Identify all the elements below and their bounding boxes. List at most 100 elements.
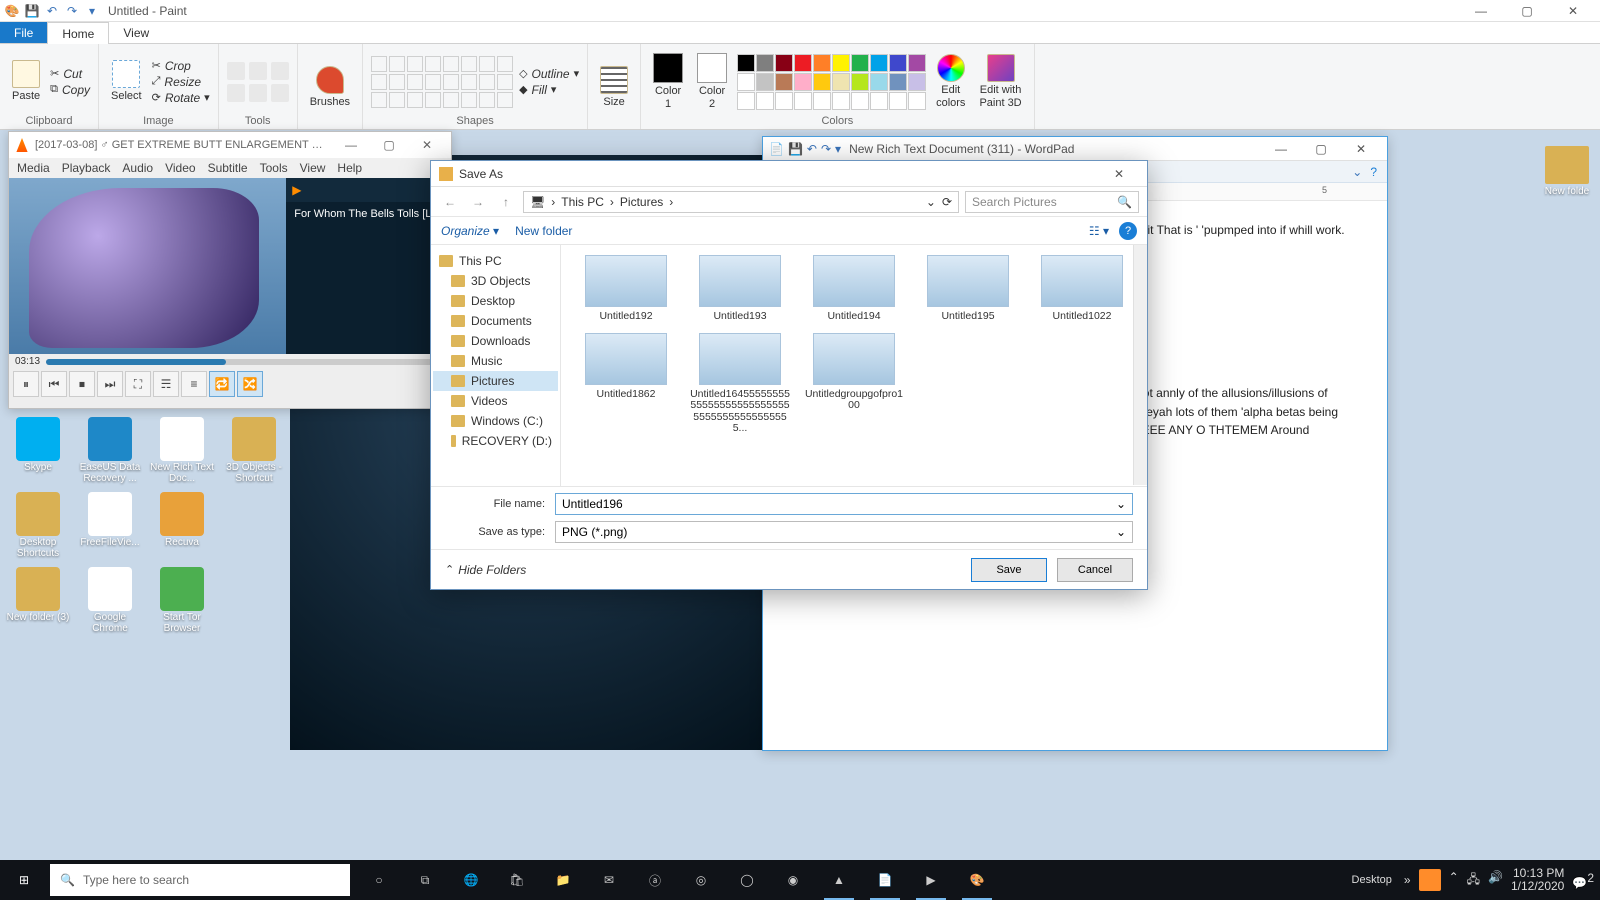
palette-swatch[interactable] [908, 54, 926, 72]
tree-node[interactable]: 3D Objects [433, 271, 558, 291]
taskbar-wmp[interactable]: ▶ [908, 860, 954, 900]
color-palette[interactable] [737, 54, 926, 110]
minimize-button[interactable]: — [1458, 0, 1504, 22]
task-view-button[interactable]: ⧉ [402, 860, 448, 900]
cortana-button[interactable]: ○ [356, 860, 402, 900]
playlist-play-icon[interactable]: ▶ [292, 183, 301, 197]
shapes-gallery[interactable] [371, 56, 513, 108]
palette-swatch[interactable] [908, 73, 926, 91]
notifications-button[interactable]: 💬2 [1572, 871, 1594, 890]
tree-node[interactable]: RECOVERY (D:) [433, 431, 558, 451]
palette-swatch[interactable] [851, 92, 869, 110]
hide-folders-button[interactable]: ⌃ Hide Folders [445, 563, 526, 577]
vlc-loop-button[interactable]: 🔁 [209, 371, 235, 397]
nav-back-button[interactable]: ← [439, 191, 461, 213]
wp-minimize-button[interactable]: — [1261, 138, 1301, 160]
playlist-item[interactable]: For Whom The Bells Tolls [Li... [286, 202, 451, 226]
eraser-tool[interactable] [227, 84, 245, 102]
wp-undo-icon[interactable]: ↶ [807, 142, 817, 156]
palette-swatch[interactable] [870, 54, 888, 72]
cut-button[interactable]: ✂ Cut [50, 67, 90, 81]
file-item[interactable]: Untitled192 [571, 255, 681, 323]
breadcrumb-dropdown-icon[interactable]: ⌄ [926, 195, 936, 209]
help-icon[interactable]: ? [1119, 222, 1137, 240]
pencil-tool[interactable] [227, 62, 245, 80]
tray-overflow-icon[interactable]: ⌃ [1449, 870, 1459, 891]
taskbar-app2[interactable]: ◉ [770, 860, 816, 900]
wordpad-titlebar[interactable]: 📄 💾 ↶ ↷ ▾ New Rich Text Document (311) -… [763, 137, 1387, 161]
vlc-titlebar[interactable]: [2017-03-08] ♂ GET EXTREME BUTT ENLARGEM… [9, 132, 451, 158]
filename-input[interactable]: Untitled196⌄ [555, 493, 1133, 515]
qat-save-icon[interactable]: 💾 [24, 3, 40, 19]
taskbar-paint[interactable]: 🎨 [954, 860, 1000, 900]
taskbar-amazon[interactable]: ⓐ [632, 860, 678, 900]
taskbar-edge[interactable]: 🌐 [448, 860, 494, 900]
tab-view[interactable]: View [109, 22, 163, 43]
palette-swatch[interactable] [870, 92, 888, 110]
outline-button[interactable]: ◇ Outline ▾ [519, 67, 579, 81]
magnifier-tool[interactable] [271, 84, 289, 102]
palette-swatch[interactable] [737, 54, 755, 72]
palette-swatch[interactable] [756, 73, 774, 91]
vlc-minimize-button[interactable]: — [333, 134, 369, 156]
vlc-next-button[interactable]: ⏭ [97, 371, 123, 397]
desktop-icon[interactable]: Recuva [148, 492, 216, 559]
vlc-play-button[interactable]: ⏸ [13, 371, 39, 397]
taskbar-explorer[interactable]: 📁 [540, 860, 586, 900]
wp-ribbon-expand-icon[interactable]: ⌄ [1352, 165, 1362, 179]
palette-swatch[interactable] [794, 92, 812, 110]
tray-app-icon[interactable] [1419, 869, 1441, 891]
tree-node[interactable]: Documents [433, 311, 558, 331]
close-button[interactable]: ✕ [1550, 0, 1596, 22]
filetype-select[interactable]: PNG (*.png)⌄ [555, 521, 1133, 543]
copy-button[interactable]: ⧉ Copy [50, 83, 90, 97]
vlc-shuffle-button[interactable]: 🔀 [237, 371, 263, 397]
palette-swatch[interactable] [870, 73, 888, 91]
palette-swatch[interactable] [813, 92, 831, 110]
breadcrumb[interactable]: 🖥 › This PC › Pictures › ⌄ ⟳ [523, 191, 959, 213]
wp-help-icon[interactable]: ? [1370, 165, 1377, 179]
tree-node[interactable]: Pictures [433, 371, 558, 391]
tree-node[interactable]: Videos [433, 391, 558, 411]
vlc-menu-item[interactable]: Video [165, 161, 195, 175]
palette-swatch[interactable] [756, 54, 774, 72]
palette-swatch[interactable] [851, 73, 869, 91]
crop-button[interactable]: ✂ Crop [152, 59, 210, 73]
palette-swatch[interactable] [889, 73, 907, 91]
color1-button[interactable]: Color 1 [649, 51, 687, 111]
desktop-icon[interactable]: Skype [4, 417, 72, 484]
taskbar-wordpad[interactable]: 📄 [862, 860, 908, 900]
palette-swatch[interactable] [794, 73, 812, 91]
tray-network-icon[interactable]: 🖧 [1467, 870, 1480, 891]
palette-swatch[interactable] [775, 73, 793, 91]
vlc-extended-button[interactable]: ☴ [153, 371, 179, 397]
palette-swatch[interactable] [889, 92, 907, 110]
desktop-icon[interactable]: New folder (3) [4, 567, 72, 634]
vlc-prev-button[interactable]: ⏮ [41, 371, 67, 397]
file-item[interactable]: Untitled195 [913, 255, 1023, 323]
fill-button[interactable]: ◆ Fill ▾ [519, 83, 579, 97]
saveas-close-button[interactable]: ✕ [1099, 167, 1139, 181]
qat-undo-icon[interactable]: ↶ [44, 3, 60, 19]
chevron-down-icon[interactable]: ⌄ [1116, 525, 1126, 539]
palette-swatch[interactable] [813, 54, 831, 72]
view-mode-button[interactable]: ☷ ▾ [1089, 224, 1109, 238]
wp-save-icon[interactable]: 💾 [788, 142, 803, 156]
taskbar-vlc[interactable]: ▲ [816, 860, 862, 900]
taskbar-tripadvisor[interactable]: ◎ [678, 860, 724, 900]
paint-titlebar[interactable]: 🎨 💾 ↶ ↷ ▾ Untitled - Paint — ▢ ✕ [0, 0, 1600, 22]
file-item[interactable]: Untitled1862 [571, 333, 681, 435]
wp-redo-icon[interactable]: ↷ [821, 142, 831, 156]
taskbar-mail[interactable]: ✉ [586, 860, 632, 900]
desktop-icon[interactable]: EaseUS Data Recovery ... [76, 417, 144, 484]
palette-swatch[interactable] [889, 54, 907, 72]
desktop-icon[interactable]: 3D Objects - Shortcut [220, 417, 288, 484]
vlc-menu-item[interactable]: Subtitle [208, 161, 248, 175]
desktop-icon[interactable]: Desktop Shortcuts [4, 492, 72, 559]
edit-colors-button[interactable]: Edit colors [932, 52, 969, 110]
vlc-close-button[interactable]: ✕ [409, 134, 445, 156]
vlc-menu-item[interactable]: Media [17, 161, 50, 175]
brushes-button[interactable]: Brushes [306, 64, 354, 110]
desktop-icon[interactable]: Google Chrome [76, 567, 144, 634]
vlc-menu-item[interactable]: Audio [122, 161, 153, 175]
